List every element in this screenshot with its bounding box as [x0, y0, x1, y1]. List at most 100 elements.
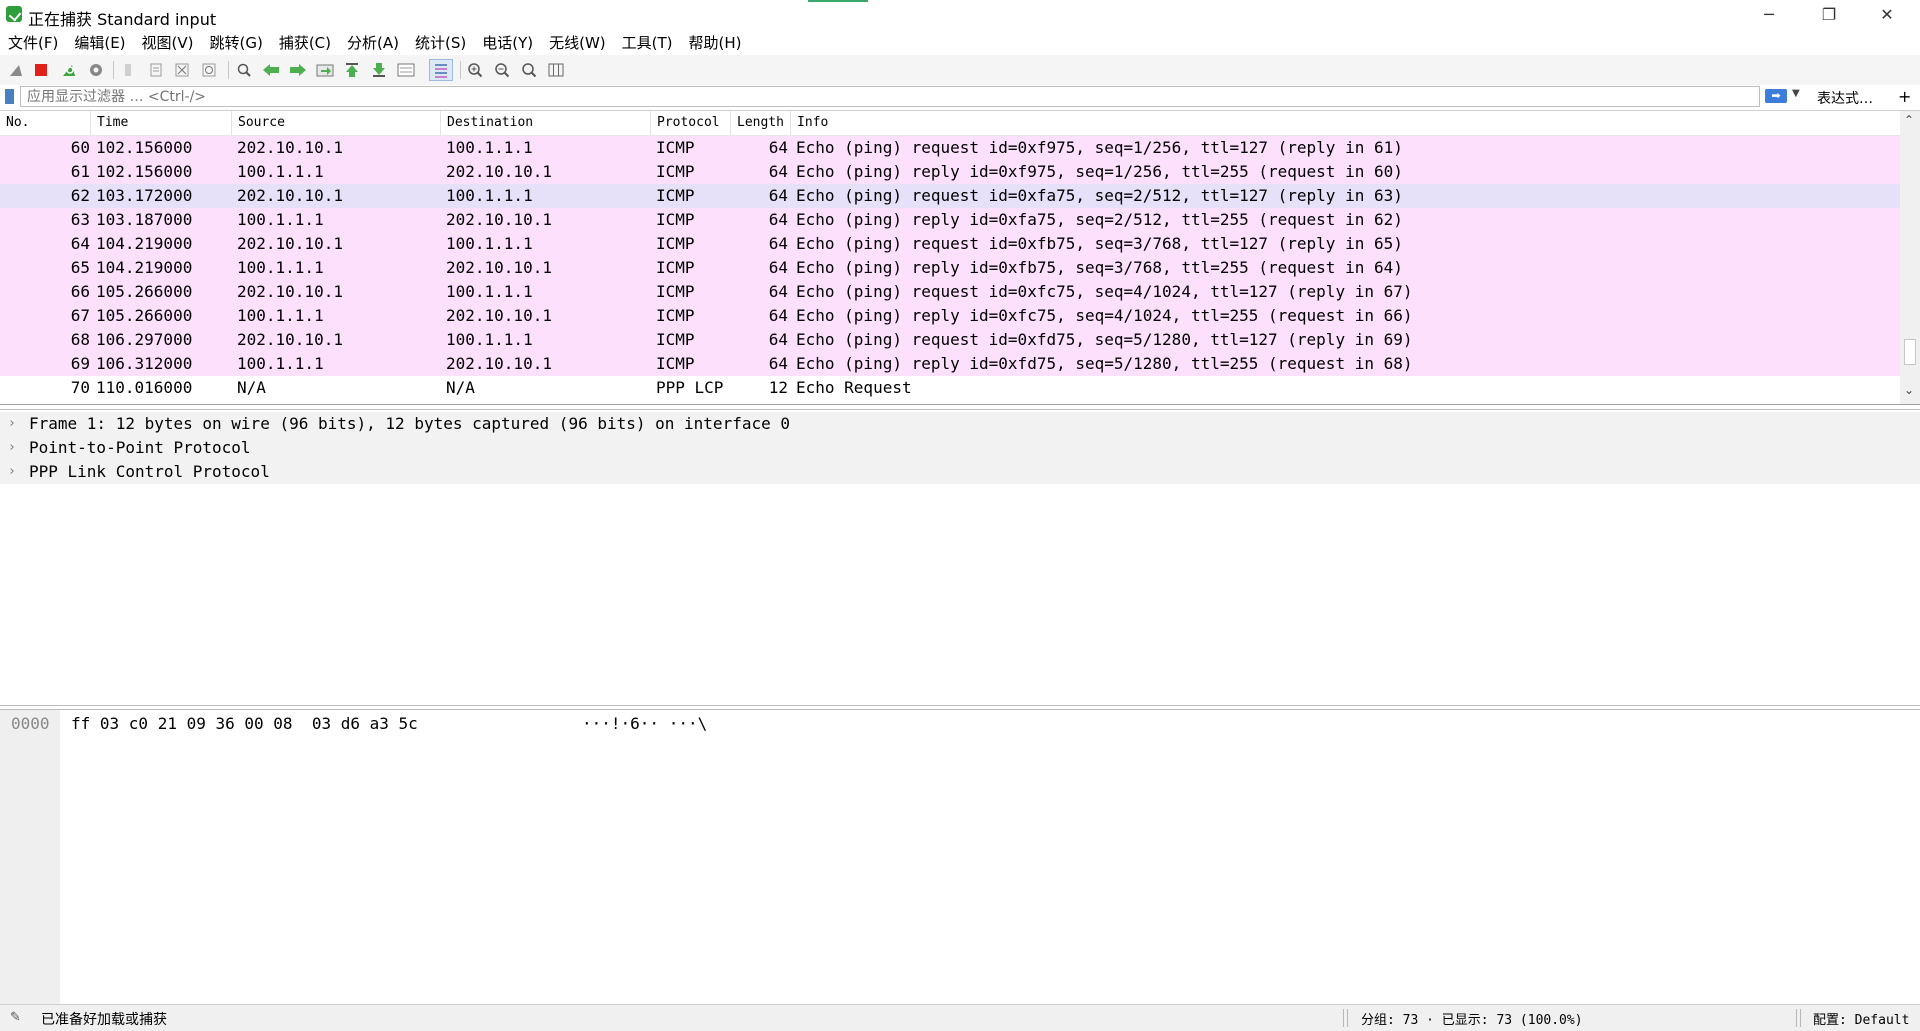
packet-row[interactable]: 66 105.266000 202.10.10.1 100.1.1.1 ICMP 64 Ec…: [0, 280, 1900, 304]
bookmark-icon[interactable]: [5, 89, 14, 104]
chevron-down-icon[interactable]: ▼: [1792, 88, 1800, 99]
packet-list-header: No. Time Source Destination Protocol Len…: [0, 111, 1900, 136]
bytes-hex[interactable]: ff 03 c0 21 09 36 00 08 03 d6 a3 5c: [71, 714, 418, 733]
packet-details-pane: › Frame 1: 12 bytes on wire (96 bits), 1…: [0, 409, 1920, 706]
packet-length: 64: [768, 162, 788, 181]
menu-wireless[interactable]: 无线(W): [541, 31, 614, 55]
autoscroll-icon[interactable]: [396, 60, 416, 80]
zoom-normal-icon[interactable]: [519, 60, 539, 80]
packet-length: 64: [768, 354, 788, 373]
packet-row[interactable]: 64 104.219000 202.10.10.1 100.1.1.1 ICMP 64 Ec…: [0, 232, 1900, 256]
packet-length: 12: [768, 378, 788, 397]
packet-row[interactable]: 61 102.156000 100.1.1.1 202.10.10.1 ICMP 64 Ec…: [0, 160, 1900, 184]
packet-row[interactable]: 62 103.172000 202.10.10.1 100.1.1.1 ICMP 64 Ec…: [0, 184, 1900, 208]
shark-fin-icon[interactable]: [6, 60, 26, 80]
menu-tools[interactable]: 工具(T): [614, 31, 681, 55]
packet-info: Echo (ping) reply id=0xfc75, seq=4/1024,…: [796, 306, 1413, 325]
packet-length: 64: [768, 210, 788, 229]
packet-bytes-pane: 0000 ff 03 c0 21 09 36 00 08 03 d6 a3 5c…: [0, 709, 1920, 1004]
packet-row[interactable]: 70 110.016000 N/A N/A PPP LCP 12 Echo Request: [0, 376, 1900, 400]
zoom-out-icon[interactable]: [492, 60, 512, 80]
menu-file[interactable]: 文件(F): [0, 31, 66, 55]
menu-statistics[interactable]: 统计(S): [407, 31, 474, 55]
detail-ppp[interactable]: › Point-to-Point Protocol: [0, 436, 1920, 460]
menu-capture[interactable]: 捕获(C): [271, 31, 339, 55]
expand-arrow-icon[interactable]: ›: [8, 412, 16, 436]
column-header-info[interactable]: Info: [791, 111, 1900, 135]
restore-button[interactable]: ❐: [1800, 0, 1858, 31]
packet-length: 64: [768, 138, 788, 157]
reload-icon[interactable]: [199, 60, 219, 80]
apply-filter-button[interactable]: ➡: [1765, 89, 1787, 103]
wireshark-app-icon: [6, 6, 22, 22]
save-file-icon[interactable]: [146, 60, 166, 80]
title-bar: 正在捕获 Standard input ─ ❐ ✕: [0, 0, 1920, 31]
title-accent-line: [808, 0, 868, 2]
find-packet-icon[interactable]: [234, 60, 254, 80]
detail-frame-text: Frame 1: 12 bytes on wire (96 bits), 12 …: [29, 414, 790, 433]
menu-help[interactable]: 帮助(H): [681, 31, 750, 55]
packet-length: 64: [768, 186, 788, 205]
menu-analyze[interactable]: 分析(A): [339, 31, 407, 55]
close-file-icon[interactable]: [172, 60, 192, 80]
expand-arrow-icon[interactable]: ›: [8, 460, 16, 484]
column-header-length[interactable]: Length: [731, 111, 791, 135]
close-button[interactable]: ✕: [1858, 0, 1916, 31]
menu-view[interactable]: 视图(V): [134, 31, 202, 55]
go-forward-icon[interactable]: [288, 60, 308, 80]
packet-list: No. Time Source Destination Protocol Len…: [0, 111, 1920, 405]
detail-frame[interactable]: › Frame 1: 12 bytes on wire (96 bits), 1…: [0, 412, 1920, 436]
packet-info: Echo (ping) request id=0xfa75, seq=2/512…: [796, 186, 1403, 205]
packet-info: Echo (ping) reply id=0xfd75, seq=5/1280,…: [796, 354, 1413, 373]
packet-row[interactable]: 63 103.187000 100.1.1.1 202.10.10.1 ICMP 64 Ec…: [0, 208, 1900, 232]
restart-capture-icon[interactable]: [59, 60, 79, 80]
window-title: 正在捕获 Standard input: [28, 10, 217, 29]
column-header-protocol[interactable]: Protocol: [651, 111, 731, 135]
packet-row[interactable]: 69 106.312000 100.1.1.1 202.10.10.1 ICMP 64 Ec…: [0, 352, 1900, 376]
go-to-packet-icon[interactable]: [315, 60, 335, 80]
packet-row[interactable]: 67 105.266000 100.1.1.1 202.10.10.1 ICMP 64 Ec…: [0, 304, 1900, 328]
go-last-icon[interactable]: [369, 60, 389, 80]
packet-row[interactable]: 60 102.156000 202.10.10.1 100.1.1.1 ICMP 64 Ec…: [0, 136, 1900, 160]
expression-button[interactable]: 表达式…: [1817, 88, 1873, 108]
colorize-icon[interactable]: [429, 59, 453, 81]
packet-length: 64: [768, 306, 788, 325]
status-packet-count: 分组: 73 · 已显示: 73 (100.0%): [1361, 1013, 1583, 1028]
packet-info: Echo (ping) request id=0xfb75, seq=3/768…: [796, 234, 1403, 253]
display-filter-bar: ➡ ▼ 表达式… +: [0, 85, 1920, 111]
column-header-source[interactable]: Source: [232, 111, 441, 135]
capture-options-icon[interactable]: [86, 60, 106, 80]
packet-info: Echo (ping) reply id=0xfa75, seq=2/512, …: [796, 210, 1403, 229]
add-filter-button[interactable]: +: [1898, 87, 1911, 106]
zoom-in-icon[interactable]: [465, 60, 485, 80]
main-toolbar: [0, 55, 1920, 86]
minimize-button[interactable]: ─: [1740, 0, 1798, 31]
status-profile[interactable]: 配置: Default: [1813, 1009, 1909, 1028]
open-file-icon[interactable]: [118, 60, 138, 80]
menu-edit[interactable]: 编辑(E): [66, 31, 133, 55]
go-back-icon[interactable]: [261, 60, 281, 80]
column-header-destination[interactable]: Destination: [441, 111, 651, 135]
stop-capture-icon[interactable]: [31, 60, 51, 80]
detail-ppp-lcp[interactable]: › PPP Link Control Protocol: [0, 460, 1920, 484]
menu-telephony[interactable]: 电话(Y): [474, 31, 541, 55]
scrollbar-thumb[interactable]: [1904, 339, 1916, 365]
menu-go[interactable]: 跳转(G): [202, 31, 271, 55]
go-first-icon[interactable]: [342, 60, 362, 80]
scroll-up-icon[interactable]: ⌃: [1904, 113, 1914, 127]
packet-row[interactable]: 68 106.297000 202.10.10.1 100.1.1.1 ICMP 64 Ec…: [0, 328, 1900, 352]
resize-columns-icon[interactable]: [546, 60, 566, 80]
packet-list-scrollbar[interactable]: ⌃ ⌄: [1900, 111, 1920, 404]
packet-row[interactable]: 65 104.219000 100.1.1.1 202.10.10.1 ICMP 64 Ec…: [0, 256, 1900, 280]
packet-info: Echo (ping) request id=0xfc75, seq=4/102…: [796, 282, 1413, 301]
scroll-down-icon[interactable]: ⌄: [1904, 383, 1914, 397]
display-filter-input[interactable]: [20, 86, 1760, 107]
bytes-offset-gutter: [0, 710, 60, 1004]
bytes-ascii[interactable]: ···!·6·· ···\: [582, 714, 707, 733]
detail-ppp-lcp-text: PPP Link Control Protocol: [29, 462, 270, 481]
detail-ppp-text: Point-to-Point Protocol: [29, 438, 251, 457]
edit-icon[interactable]: ✎: [10, 1010, 24, 1025]
expand-arrow-icon[interactable]: ›: [8, 436, 16, 460]
column-header-no[interactable]: No.: [0, 111, 91, 135]
column-header-time[interactable]: Time: [91, 111, 232, 135]
